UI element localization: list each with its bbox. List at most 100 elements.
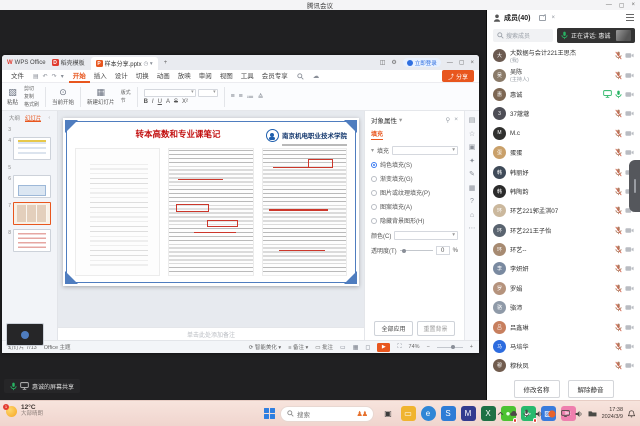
member-search-input[interactable]: 搜索成员 [493,29,553,42]
tray-chevron-icon[interactable] [497,411,504,416]
unmute-button[interactable]: 解除静音 [568,380,614,398]
member-row[interactable]: 大大数据与会计221王思杰(我) [487,46,640,65]
effects-pane-icon[interactable]: ☆ [469,131,475,138]
weather-widget[interactable]: 1 12°C 大部晴朗 [6,404,43,418]
member-row[interactable]: 吴吴陈(主持人) [487,65,640,84]
slide-sorter-icon[interactable]: ▦ [353,344,359,351]
member-row[interactable]: 环环艺221郭孟淇07 [487,201,640,220]
align-center-icon[interactable]: ≡ [239,93,243,101]
ribbon-search[interactable] [297,73,304,80]
wps-menu-item-3[interactable]: 切换 [132,70,153,83]
rename-button[interactable]: 修改名称 [514,380,560,398]
member-row[interactable]: 337蔻蔻 [487,104,640,123]
slideshow-button[interactable]: ▶ [377,343,390,352]
fill-option-4[interactable]: 隐藏背景图形(H) [371,216,458,225]
normal-view-icon[interactable]: ▭ [340,344,346,351]
start-button[interactable] [264,408,276,420]
wps-menu-item-4[interactable]: 动画 [153,70,174,83]
taskbar-search[interactable]: 搜索 ♟♟ [280,406,374,422]
wps-restore-button[interactable]: ▢ [459,59,465,66]
slide-thumbnail-5[interactable] [6,323,44,326]
member-row[interactable]: 吕吕鑫琳 [487,317,640,336]
wps-menu-item-8[interactable]: 工具 [237,70,258,83]
excel-icon[interactable]: X [481,406,496,421]
wps-minimize-button[interactable]: — [447,60,453,66]
slide-thumbnail-6[interactable] [13,175,51,198]
fill-type-select[interactable] [392,146,458,155]
tray-browser-icon[interactable] [548,410,556,418]
notes-button[interactable]: ≡ 备注 ▾ [288,343,308,351]
microsoft-store-icon[interactable]: S [441,406,456,421]
cut-button[interactable]: 剪切 [24,85,39,92]
tray-cast-icon[interactable] [561,410,570,417]
format-painter-button[interactable]: 格式刷 [24,101,39,108]
notes-placeholder[interactable]: 单击此处添加备注 [58,327,364,340]
fill-option-3[interactable]: 图案填充(A) [371,202,458,211]
underline-button[interactable]: U [158,99,162,105]
font-color-button[interactable]: A [166,99,170,105]
strikethrough-button[interactable]: S [174,99,178,105]
play-from-current-button[interactable]: ⊙当前开始 [52,88,74,106]
italic-button[interactable]: I [152,99,154,105]
font-size-select[interactable] [198,89,218,97]
restore-button[interactable]: ▢ [619,2,625,9]
task-view-icon[interactable]: ▣ [381,406,396,421]
panel-collapse-handle[interactable] [629,160,640,212]
slide-thumbnail-8[interactable] [13,229,51,252]
split-view-icon[interactable]: ◫ [380,59,386,66]
wps-menu-item-7[interactable]: 视图 [216,70,237,83]
section-button[interactable]: 节 [121,97,131,104]
undo-icon[interactable]: ↶ [43,73,48,80]
tray-folder-icon[interactable] [588,410,597,417]
properties-pane-icon[interactable]: ▤ [469,117,476,124]
tray-headset-icon[interactable] [535,410,543,418]
login-chip[interactable]: 立即登录 [403,58,441,67]
file-menu[interactable]: 文件 [7,70,28,83]
resource-pane-icon[interactable]: ▣ [469,144,476,151]
slide-thumbnail-4[interactable] [13,137,51,160]
reading-view-icon[interactable]: ◻ [365,344,370,351]
wps-menu-item-0[interactable]: 开始 [69,70,90,83]
slides-tab[interactable]: 幻灯片 [25,114,42,122]
more-pane-icon[interactable]: ⋯ [469,225,476,232]
dropdown-caret-icon[interactable]: ▾ [399,116,402,124]
copy-button[interactable]: 复制 [24,93,39,100]
home-pane-icon[interactable]: ⌂ [470,212,474,219]
line-spacing-icon[interactable]: ≙ [258,93,264,101]
fill-option-1[interactable]: 渐变填充(G) [371,174,458,183]
member-row[interactable]: 罗罗娟 [487,279,640,298]
collapse-pane-icon[interactable]: ‹ [48,115,50,121]
zoom-slider[interactable] [437,347,463,348]
paste-button[interactable]: ▧粘贴 [7,88,18,106]
wps-share-button[interactable]: ⤴分享 [442,70,474,82]
opacity-value[interactable]: 0 [436,246,450,255]
member-row[interactable]: 环环艺221王子怡 [487,221,640,240]
comments-button[interactable]: ▭ 批注 [315,343,333,351]
member-row[interactable]: 惠惠诚 [487,85,640,104]
wps-menu-item-2[interactable]: 设计 [111,70,132,83]
color-select[interactable] [394,231,458,240]
tray-mic-icon[interactable] [523,409,530,418]
file-explorer-icon[interactable]: ▭ [401,406,416,421]
popout-panel-icon[interactable] [539,15,546,21]
member-row[interactable]: 韩韩丽妤 [487,162,640,181]
wps-menu-item-6[interactable]: 审阅 [195,70,216,83]
fit-screen-icon[interactable]: ⛶ [397,344,401,351]
close-pane-icon[interactable]: × [454,116,458,124]
pin-icon[interactable]: ⚲ [445,116,450,124]
document-tab[interactable]: P样本分享.pptx◷ ▾ [91,57,158,70]
m-app-icon[interactable]: M [461,406,476,421]
edit-pane-icon[interactable]: ✎ [469,171,475,178]
more-icon[interactable]: ▾ [61,73,64,80]
zoom-out-button[interactable]: − [427,344,430,350]
zoom-in-button[interactable]: + [470,344,473,350]
layout-pane-icon[interactable]: ▦ [469,185,476,192]
wps-menu-item-1[interactable]: 插入 [90,70,111,83]
docer-tab[interactable]: D稻壳模板 [52,58,85,67]
wps-menu-item-9[interactable]: 会员专享 [258,70,292,83]
save-icon[interactable]: ▤ [33,73,39,80]
slide-canvas[interactable]: 转本高数和专业课笔记 南京机电职业技术学院 [58,111,364,327]
opacity-slider[interactable] [400,250,433,251]
help-pane-icon[interactable]: ? [470,198,474,205]
edge-browser-icon[interactable]: e [421,406,436,421]
